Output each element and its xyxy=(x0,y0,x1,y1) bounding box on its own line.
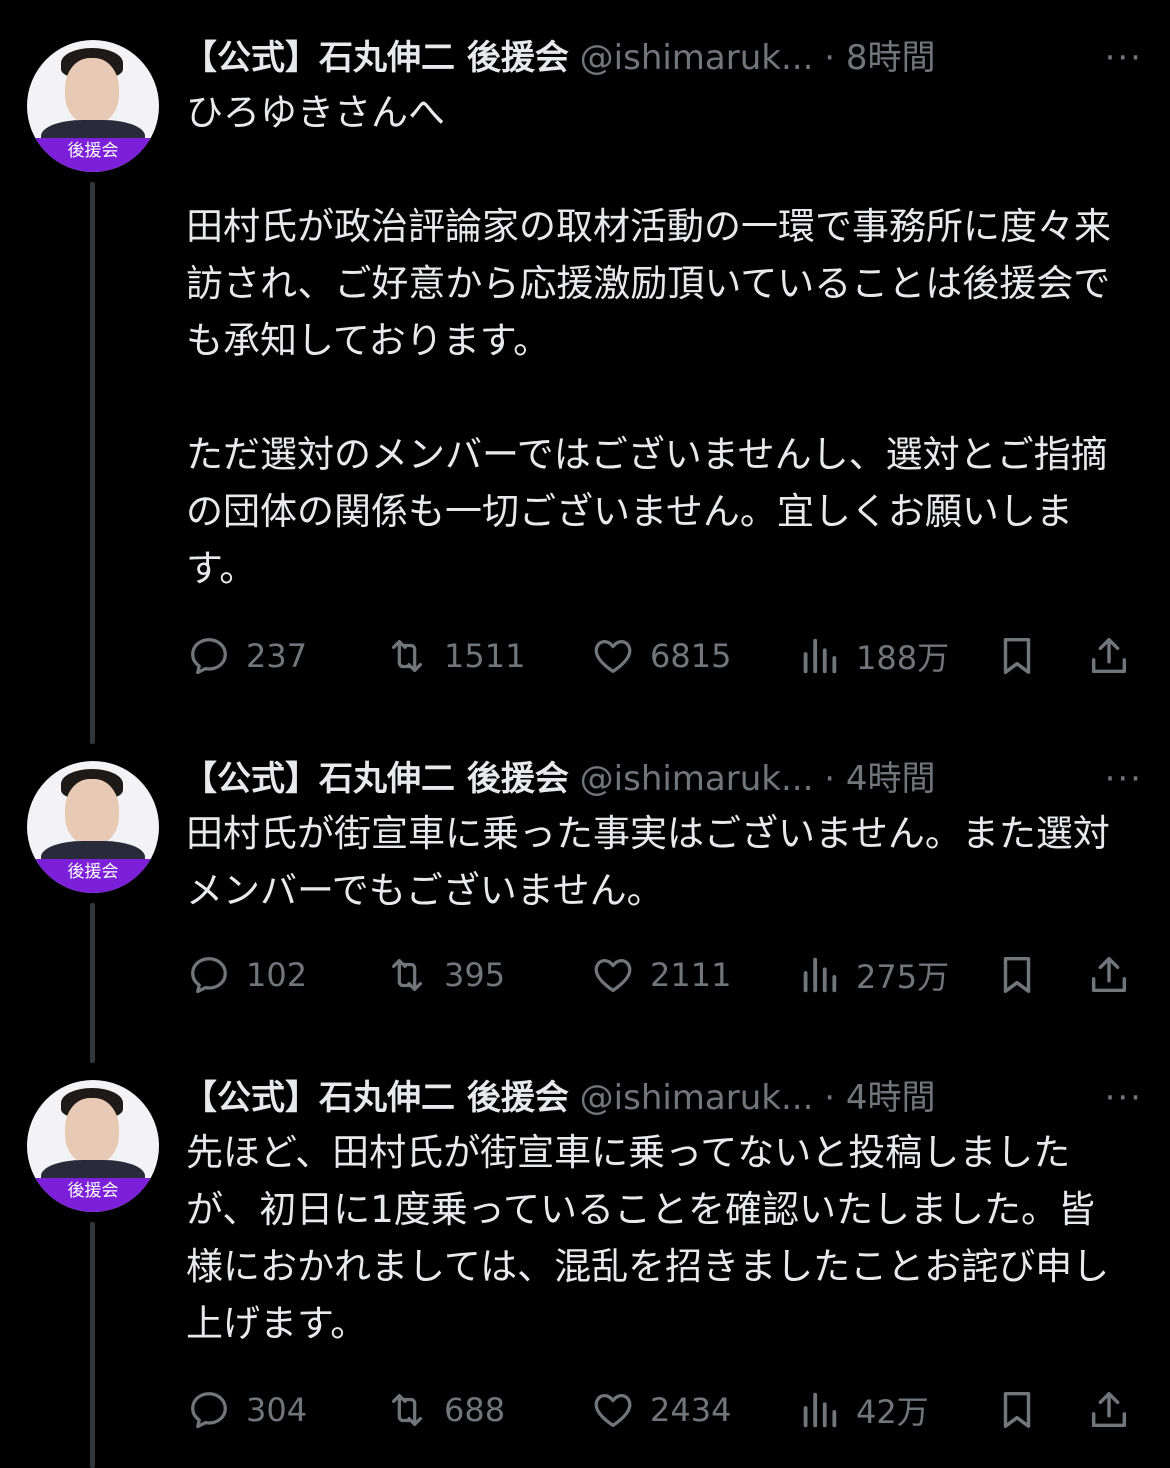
retweet-count: 688 xyxy=(444,1391,506,1429)
tweet[interactable]: 後援会 【公式】石丸伸二 後援会 @ishimaruk... · 8時間 ···… xyxy=(0,24,1170,744)
tweet-text: 先ほど、田村氏が街宣車に乗ってないと投稿しましたが、初日に1度乗っていることを確… xyxy=(186,1124,1126,1352)
avatar-label: 後援会 xyxy=(27,1178,159,1212)
tweet-paragraph: 田村氏が政治評論家の取材活動の一環で事務所に度々来訪され、ご好意から応援激励頂い… xyxy=(186,205,1111,362)
views-button[interactable]: 275万 xyxy=(796,947,949,1003)
view-count: 275万 xyxy=(856,958,950,996)
separator-dot: · xyxy=(824,38,836,78)
tweet-paragraph: 先ほど、田村氏が街宣車に乗ってないと投稿しましたが、初日に1度乗っていることを確… xyxy=(186,1131,1110,1345)
action-bar: 237 1511 6815 188万 xyxy=(186,628,1146,684)
author-handle[interactable]: @ishimaruk... xyxy=(580,1078,814,1118)
bookmark-icon xyxy=(1003,956,1031,994)
separator-dot: · xyxy=(824,759,836,799)
reply-button[interactable]: 304 xyxy=(186,1382,307,1438)
bookmark-icon xyxy=(1003,1391,1031,1429)
tweet-paragraph: ただ選対のメンバーではございませんし、選対とご指摘の団体の関係も一切ございません… xyxy=(186,433,1108,590)
timestamp[interactable]: 4時間 xyxy=(846,1078,936,1118)
bookmark-button[interactable] xyxy=(994,947,1040,1003)
share-upload-icon xyxy=(1091,637,1127,674)
avatar[interactable]: 後援会 xyxy=(27,40,159,172)
avatar[interactable]: 後援会 xyxy=(27,761,159,893)
timestamp[interactable]: 4時間 xyxy=(846,759,936,799)
retweet-count: 1511 xyxy=(444,637,526,675)
more-options-icon[interactable]: ··· xyxy=(1105,1074,1143,1122)
avatar-face xyxy=(65,1098,119,1164)
like-button[interactable]: 2434 xyxy=(590,1382,731,1438)
thread-connector xyxy=(90,182,95,744)
views-button[interactable]: 188万 xyxy=(796,628,949,684)
bookmark-button[interactable] xyxy=(994,1382,1040,1438)
tweet-text: 田村氏が街宣車に乗った事実はございません。また選対メンバーでもございません。 xyxy=(186,805,1126,919)
more-options-icon[interactable]: ··· xyxy=(1105,34,1143,82)
author-handle[interactable]: @ishimaruk... xyxy=(580,38,814,78)
bookmark-button[interactable] xyxy=(994,628,1040,684)
author-name[interactable]: 【公式】石丸伸二 後援会 xyxy=(183,38,569,78)
tweet[interactable]: 後援会 【公式】石丸伸二 後援会 @ishimaruk... · 4時間 ···… xyxy=(0,745,1170,1063)
speech-bubble-icon xyxy=(191,957,227,994)
tweet-thread: 後援会 【公式】石丸伸二 後援会 @ishimaruk... · 8時間 ···… xyxy=(0,0,1170,1468)
avatar-label: 後援会 xyxy=(27,859,159,893)
author-handle[interactable]: @ishimaruk... xyxy=(580,759,814,799)
bar-chart-icon xyxy=(803,1392,837,1428)
bar-chart-icon xyxy=(803,638,837,674)
like-button[interactable]: 2111 xyxy=(590,947,731,1003)
views-button[interactable]: 42万 xyxy=(796,1382,929,1438)
retweet-arrows-icon xyxy=(391,639,423,673)
retweet-button[interactable]: 1511 xyxy=(384,628,525,684)
avatar-label: 後援会 xyxy=(27,138,159,172)
heart-icon xyxy=(594,1393,632,1427)
like-button[interactable]: 6815 xyxy=(590,628,731,684)
avatar-face xyxy=(65,58,119,124)
timestamp[interactable]: 8時間 xyxy=(846,38,936,78)
thread-connector xyxy=(90,903,95,1063)
author-name[interactable]: 【公式】石丸伸二 後援会 xyxy=(183,759,569,799)
separator-dot: · xyxy=(824,1078,836,1118)
retweet-count: 395 xyxy=(444,956,506,994)
share-upload-icon xyxy=(1091,956,1127,993)
retweet-button[interactable]: 395 xyxy=(384,947,505,1003)
more-options-icon[interactable]: ··· xyxy=(1105,755,1143,803)
like-count: 2111 xyxy=(650,956,732,994)
tweet[interactable]: 後援会 【公式】石丸伸二 後援会 @ishimaruk... · 4時間 ···… xyxy=(0,1064,1170,1468)
tweet-text: ひろゆきさんへ 田村氏が政治評論家の取材活動の一環で事務所に度々来訪され、ご好意… xyxy=(186,84,1126,597)
reply-count: 304 xyxy=(246,1391,308,1429)
action-bar: 102 395 2111 275万 xyxy=(186,947,1146,1003)
tweet-header: 【公式】石丸伸二 後援会 @ishimaruk... · 4時間 ··· xyxy=(183,755,1143,803)
thread-connector xyxy=(90,1222,95,1468)
tweet-paragraph: ひろゆきさんへ xyxy=(186,91,445,134)
heart-icon xyxy=(594,639,632,673)
retweet-arrows-icon xyxy=(391,1393,423,1427)
avatar[interactable]: 後援会 xyxy=(27,1080,159,1212)
like-count: 6815 xyxy=(650,637,732,675)
bar-chart-icon xyxy=(803,957,837,993)
view-count: 188万 xyxy=(856,639,950,677)
share-button[interactable] xyxy=(1086,628,1132,684)
retweet-arrows-icon xyxy=(391,958,423,992)
author-name[interactable]: 【公式】石丸伸二 後援会 xyxy=(183,1078,569,1118)
tweet-paragraph: 田村氏が街宣車に乗った事実はございません。また選対メンバーでもございません。 xyxy=(186,812,1110,912)
view-count: 42万 xyxy=(856,1393,929,1431)
tweet-header: 【公式】石丸伸二 後援会 @ishimaruk... · 8時間 ··· xyxy=(183,34,1143,82)
tweet-header: 【公式】石丸伸二 後援会 @ishimaruk... · 4時間 ··· xyxy=(183,1074,1143,1122)
heart-icon xyxy=(594,958,632,992)
reply-button[interactable]: 237 xyxy=(186,628,307,684)
share-button[interactable] xyxy=(1086,947,1132,1003)
bookmark-icon xyxy=(1003,637,1031,675)
share-upload-icon xyxy=(1091,1391,1127,1428)
reply-button[interactable]: 102 xyxy=(186,947,307,1003)
like-count: 2434 xyxy=(650,1391,732,1429)
speech-bubble-icon xyxy=(191,638,227,675)
reply-count: 102 xyxy=(246,956,308,994)
action-bar: 304 688 2434 42万 xyxy=(186,1382,1146,1438)
share-button[interactable] xyxy=(1086,1382,1132,1438)
retweet-button[interactable]: 688 xyxy=(384,1382,505,1438)
avatar-face xyxy=(65,779,119,845)
speech-bubble-icon xyxy=(191,1392,227,1429)
reply-count: 237 xyxy=(246,637,308,675)
